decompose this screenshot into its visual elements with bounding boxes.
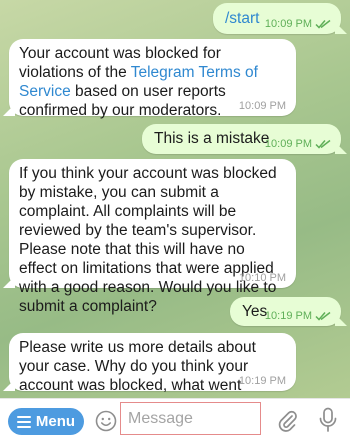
message-input[interactable] <box>120 402 261 435</box>
message-outgoing: This is a mistake 10:09 PM <box>142 124 341 154</box>
message-input-bar: Menu <box>0 398 350 442</box>
message-meta: 10:19 PM <box>265 310 331 322</box>
chat-history: /start 10:09 PM Your account was blocked… <box>0 0 350 413</box>
message-meta: 10:09 PM <box>265 138 331 150</box>
message-text: Your account was blocked for violations … <box>19 45 258 119</box>
double-check-icon <box>315 139 331 149</box>
message-incoming: If you think your account was blocked by… <box>9 159 296 315</box>
message-time: 10:10 PM <box>238 272 286 284</box>
message-meta: 10:09 PM <box>265 18 331 30</box>
message-meta: 10:10 PM <box>239 272 286 284</box>
message-outgoing[interactable]: /start 10:09 PM <box>213 3 341 34</box>
attach-icon[interactable] <box>276 408 298 432</box>
message-time: 10:09 PM <box>264 138 312 150</box>
message-text: Yes <box>242 303 268 320</box>
message-text: If you think your account was blocked by… <box>19 165 277 315</box>
message-meta: 10:09 PM <box>239 100 286 112</box>
double-check-icon <box>315 19 331 29</box>
message-time: 10:09 PM <box>264 18 312 30</box>
message-time: 10:09 PM <box>238 100 286 112</box>
message-time: 10:19 PM <box>238 375 286 387</box>
menu-icon <box>16 415 31 428</box>
message-meta: 10:19 PM <box>239 375 286 387</box>
message-text[interactable]: /start <box>225 10 259 27</box>
message-incoming: Your account was blocked for violations … <box>9 39 296 119</box>
microphone-icon[interactable] <box>318 407 338 433</box>
menu-button-label: Menu <box>35 413 76 430</box>
emoji-icon[interactable] <box>95 410 117 432</box>
message-text: This is a mistake <box>154 130 270 147</box>
double-check-icon <box>315 311 331 321</box>
message-incoming: Please write us more details about your … <box>9 333 296 413</box>
message-outgoing: Yes 10:19 PM <box>230 297 341 326</box>
message-time: 10:19 PM <box>264 310 312 322</box>
menu-button[interactable]: Menu <box>8 408 84 435</box>
